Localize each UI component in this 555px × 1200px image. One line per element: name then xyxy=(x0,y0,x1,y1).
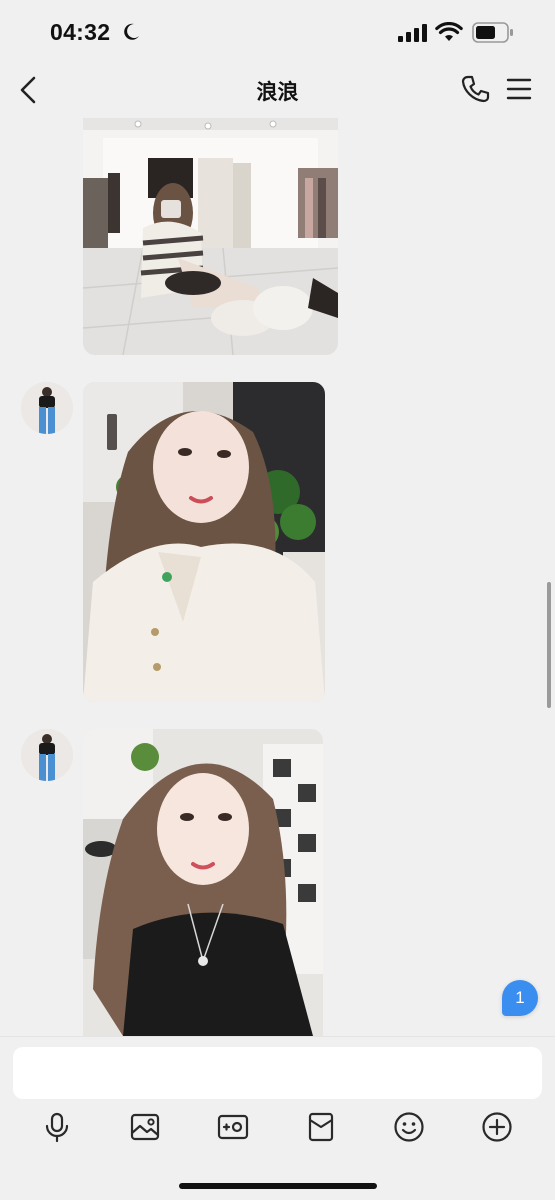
chat-header: 浪浪 xyxy=(0,62,555,118)
input-bar xyxy=(0,1036,555,1200)
image-icon[interactable] xyxy=(129,1111,161,1143)
home-indicator[interactable] xyxy=(179,1183,377,1189)
microphone-icon[interactable] xyxy=(41,1111,73,1143)
image-message[interactable] xyxy=(83,118,338,355)
moon-icon xyxy=(124,23,139,40)
signal-icon xyxy=(398,24,427,42)
unread-badge[interactable]: 1 xyxy=(502,980,538,1016)
plus-icon[interactable] xyxy=(481,1111,513,1143)
avatar[interactable] xyxy=(21,382,73,434)
message-list[interactable] xyxy=(0,118,555,1036)
avatar[interactable] xyxy=(21,729,73,781)
status-time: 04:32 xyxy=(50,19,111,45)
image-message[interactable] xyxy=(83,382,325,702)
scrollbar[interactable] xyxy=(547,582,551,708)
red-packet-icon[interactable] xyxy=(305,1111,337,1143)
emoji-icon[interactable] xyxy=(393,1111,425,1143)
wifi-icon xyxy=(435,22,463,41)
image-message[interactable] xyxy=(83,729,323,1036)
battery-icon xyxy=(472,22,513,43)
menu-icon[interactable] xyxy=(506,76,532,102)
message-input[interactable] xyxy=(13,1047,542,1099)
phone-icon[interactable] xyxy=(460,74,490,104)
status-bar: 04:32 xyxy=(0,0,555,62)
camera-icon[interactable] xyxy=(217,1111,249,1143)
